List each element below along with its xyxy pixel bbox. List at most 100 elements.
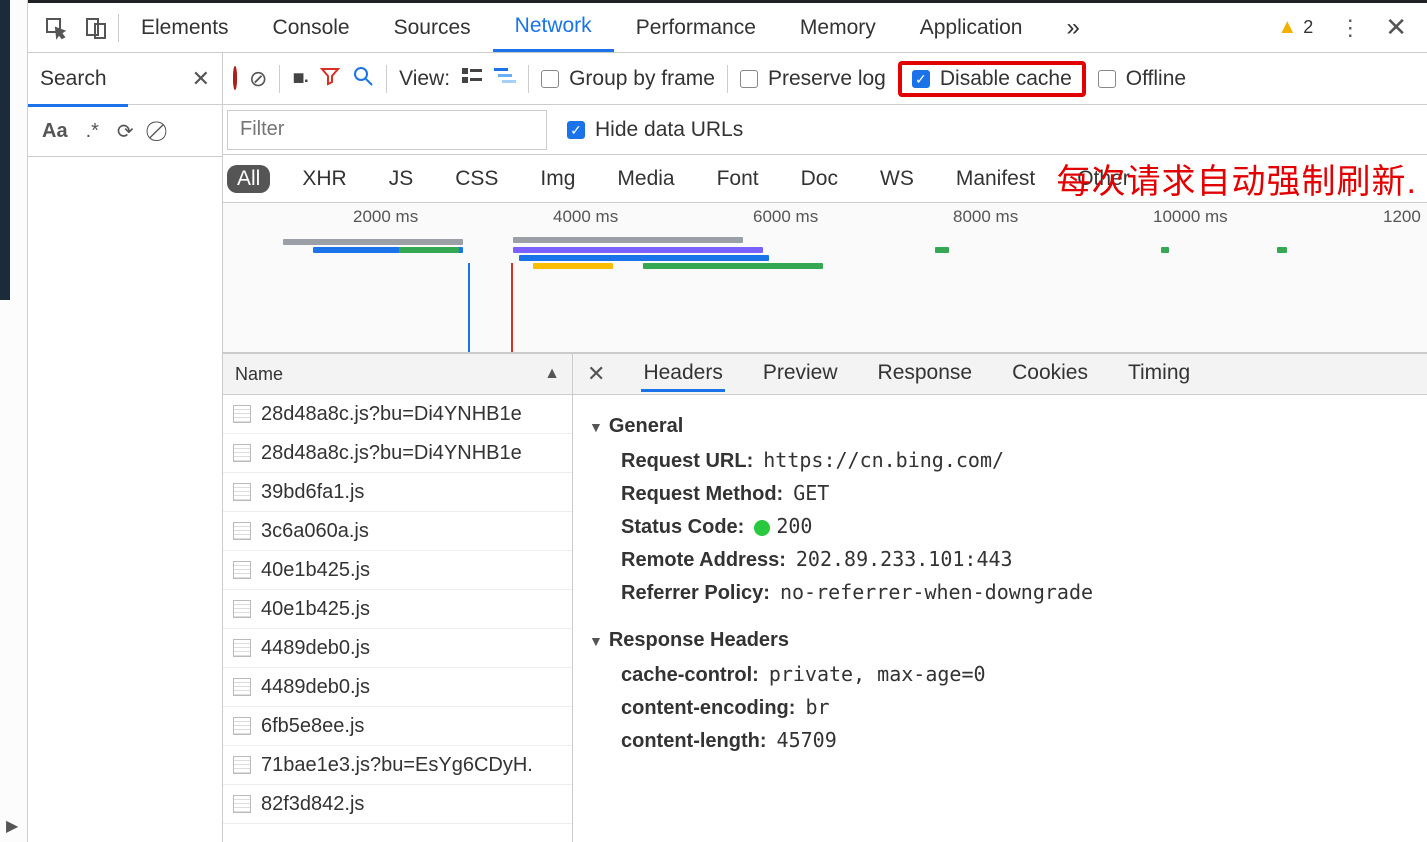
request-row[interactable]: 6fb5e8ee.js	[223, 707, 572, 746]
warning-icon: ▲	[1277, 16, 1297, 39]
section-general[interactable]: ▼General	[589, 415, 1411, 438]
request-row[interactable]: 82f3d842.js	[223, 785, 572, 824]
menu-kebab-icon[interactable]: ⋮	[1325, 15, 1375, 41]
filter-input[interactable]	[227, 110, 547, 150]
timeline-tick: 6000 ms	[753, 207, 818, 227]
type-chip-doc[interactable]: Doc	[791, 165, 848, 193]
tab-performance[interactable]: Performance	[614, 3, 778, 52]
type-chip-font[interactable]: Font	[707, 165, 769, 193]
tab-network[interactable]: Network	[493, 3, 614, 52]
type-chip-js[interactable]: JS	[379, 165, 424, 193]
network-timeline[interactable]: 2000 ms4000 ms6000 ms8000 ms10000 ms1200	[223, 203, 1427, 353]
disclosure-triangle-icon: ▼	[589, 419, 603, 435]
request-row[interactable]: 40e1b425.js	[223, 551, 572, 590]
screenshots-icon[interactable]: ■▪	[292, 67, 308, 90]
hide-data-urls-checkbox[interactable]: Hide data URLs	[567, 118, 743, 142]
request-list[interactable]: 28d48a8c.js?bu=Di4YNHB1e 28d48a8c.js?bu=D…	[223, 395, 572, 842]
tab-application[interactable]: Application	[898, 3, 1045, 52]
file-icon	[233, 717, 251, 735]
request-name: 28d48a8c.js?bu=Di4YNHB1e	[261, 442, 522, 465]
detail-tab-cookies[interactable]: Cookies	[1010, 357, 1090, 392]
request-name: 4489deb0.js	[261, 676, 370, 699]
request-row[interactable]: 3c6a060a.js	[223, 512, 572, 551]
request-name: 3c6a060a.js	[261, 520, 369, 543]
clear-button[interactable]: ⊘	[249, 66, 267, 92]
sort-ascending-icon: ▲	[544, 365, 560, 383]
regex-button[interactable]: .*	[86, 120, 99, 143]
request-row[interactable]: 4489deb0.js	[223, 668, 572, 707]
tab-elements[interactable]: Elements	[119, 3, 251, 52]
match-case-button[interactable]: Aa	[42, 120, 68, 143]
search-title: Search	[40, 67, 107, 91]
file-icon	[233, 405, 251, 423]
request-row[interactable]: 39bd6fa1.js	[223, 473, 572, 512]
tab-console[interactable]: Console	[251, 3, 372, 52]
names-column-header[interactable]: Name ▲	[223, 353, 572, 395]
content-encoding-value: br	[805, 695, 829, 719]
request-name: 6fb5e8ee.js	[261, 715, 364, 738]
inspect-element-icon[interactable]	[38, 10, 74, 46]
file-icon	[233, 639, 251, 657]
tab-sources[interactable]: Sources	[372, 3, 493, 52]
status-dot-icon	[754, 520, 770, 536]
record-button[interactable]	[233, 68, 237, 89]
request-detail-body: ▼General Request URL:https://cn.bing.com…	[573, 395, 1427, 842]
waterfall-icon[interactable]	[494, 67, 516, 90]
page-left-strip: ▶	[0, 0, 28, 842]
type-chip-all[interactable]: All	[227, 165, 270, 193]
search-icon[interactable]	[352, 65, 374, 93]
tabs-overflow[interactable]: »	[1044, 3, 1101, 52]
request-row[interactable]: 28d48a8c.js?bu=Di4YNHB1e	[223, 434, 572, 473]
timeline-tick: 8000 ms	[953, 207, 1018, 227]
type-chip-other[interactable]: Other	[1067, 165, 1140, 193]
request-name: 40e1b425.js	[261, 598, 370, 621]
disclosure-triangle-icon: ▼	[589, 633, 603, 649]
timeline-tick: 1200	[1383, 207, 1421, 227]
remote-address-value: 202.89.233.101:443	[796, 547, 1013, 571]
request-name: 40e1b425.js	[261, 559, 370, 582]
type-chip-img[interactable]: Img	[530, 165, 585, 193]
type-chip-ws[interactable]: WS	[870, 165, 924, 193]
request-row[interactable]: 71bae1e3.js?bu=EsYg6CDyH.	[223, 746, 572, 785]
file-icon	[233, 756, 251, 774]
content-length-value: 45709	[777, 728, 837, 752]
tab-memory[interactable]: Memory	[778, 3, 898, 52]
search-panel-header: Search ✕	[28, 53, 222, 105]
close-search-icon[interactable]: ✕	[192, 66, 210, 92]
type-chip-media[interactable]: Media	[607, 165, 684, 193]
type-chip-css[interactable]: CSS	[445, 165, 508, 193]
preserve-log-checkbox[interactable]: Preserve log	[740, 67, 886, 91]
device-toolbar-icon[interactable]	[78, 10, 114, 46]
section-response-headers[interactable]: ▼Response Headers	[589, 629, 1411, 652]
large-rows-icon[interactable]	[462, 67, 482, 90]
type-chip-manifest[interactable]: Manifest	[946, 165, 1045, 193]
detail-tab-response[interactable]: Response	[876, 357, 975, 392]
request-row[interactable]: 40e1b425.js	[223, 590, 572, 629]
detail-tab-timing[interactable]: Timing	[1126, 357, 1192, 392]
request-method-value: GET	[793, 481, 829, 505]
timeline-tick: 10000 ms	[1153, 207, 1228, 227]
collapse-arrow-icon[interactable]: ▶	[6, 816, 18, 836]
warnings-count[interactable]: ▲ 2	[1277, 16, 1313, 39]
status-code-value: 200	[754, 514, 812, 538]
referrer-policy-value: no-referrer-when-downgrade	[780, 580, 1093, 604]
detail-tab-preview[interactable]: Preview	[761, 357, 840, 392]
timeline-tick: 2000 ms	[353, 207, 418, 227]
refresh-icon[interactable]: ⟳	[117, 119, 134, 144]
type-chip-xhr[interactable]: XHR	[292, 165, 356, 193]
close-devtools-icon[interactable]: ✕	[1375, 12, 1417, 43]
filter-toggle-icon[interactable]	[320, 66, 340, 92]
file-icon	[233, 795, 251, 813]
file-icon	[233, 678, 251, 696]
group-by-frame-checkbox[interactable]: Group by frame	[541, 67, 715, 91]
file-icon	[233, 600, 251, 618]
warning-count-value: 2	[1303, 17, 1313, 38]
request-row[interactable]: 4489deb0.js	[223, 629, 572, 668]
request-name: 28d48a8c.js?bu=Di4YNHB1e	[261, 403, 522, 426]
offline-checkbox[interactable]: Offline	[1098, 67, 1186, 91]
detail-tab-headers[interactable]: Headers	[641, 357, 724, 392]
file-icon	[233, 444, 251, 462]
close-details-icon[interactable]: ✕	[587, 361, 605, 387]
request-row[interactable]: 28d48a8c.js?bu=Di4YNHB1e	[223, 395, 572, 434]
disable-cache-checkbox[interactable]: Disable cache	[912, 67, 1072, 91]
